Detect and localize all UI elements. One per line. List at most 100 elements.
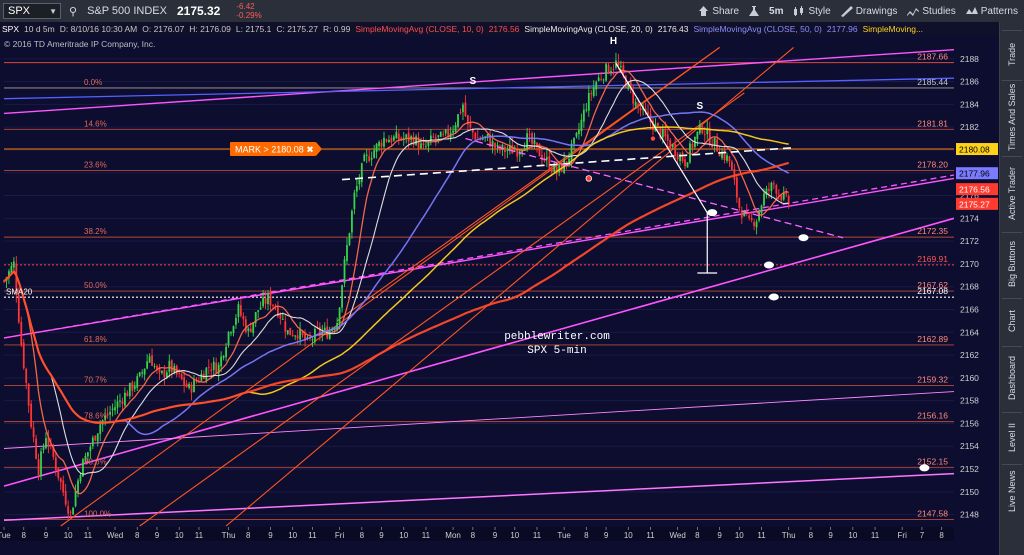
candle-body (434, 137, 437, 139)
candle-body (17, 295, 20, 323)
candle-body (27, 383, 30, 406)
level-price-label: 2187.66 (917, 52, 948, 62)
candle-body (190, 384, 193, 393)
candle-body (770, 182, 773, 192)
candle-body (494, 142, 496, 149)
x-tick-label: 10 (624, 531, 633, 540)
candle-body (183, 377, 186, 386)
candle-body (210, 369, 213, 372)
candle-body (637, 103, 640, 107)
drawings-icon (840, 5, 853, 17)
interval-label: 5m (769, 5, 784, 17)
candle-body (360, 163, 363, 183)
candle-body (235, 317, 237, 325)
candle-body (237, 304, 240, 317)
x-tick-label: Thu (222, 531, 236, 540)
sidebar-tab-live-news[interactable]: Live News (1002, 464, 1022, 517)
axis-badge-text: 2175.27 (959, 199, 990, 209)
price-chart[interactable]: 0.0% 14.6% 23.6% 38.2% 50.0% 61.8% 70.7% 78.6% 8… (0, 22, 1000, 555)
link-icon[interactable]: ⚲ (69, 5, 77, 18)
share-button[interactable]: Share (698, 5, 740, 17)
level-price-label: 2156.16 (917, 411, 948, 421)
sma-cross-dot (650, 136, 656, 141)
candle-body (378, 141, 380, 147)
candle-body (170, 360, 173, 373)
candle-body (383, 137, 385, 147)
candle-body (464, 102, 467, 117)
patterns-label: Patterns (980, 5, 1018, 17)
candle-body (106, 413, 109, 416)
candle-body (501, 144, 504, 151)
target-dot (707, 209, 718, 217)
candle-body (454, 125, 457, 132)
candle-body (212, 361, 215, 370)
x-tick-label: 9 (268, 531, 273, 540)
sidebar-tab-active-trader[interactable]: Active Trader (1002, 156, 1022, 229)
candle-body (227, 331, 230, 345)
x-tick-label: 11 (533, 531, 542, 540)
sidebar-tab-big-buttons[interactable]: Big Buttons (1002, 232, 1022, 295)
sidebar-tab-chart[interactable]: Chart (1002, 298, 1022, 343)
candle-body (259, 307, 262, 310)
candle-body (469, 123, 472, 128)
candle-body (452, 130, 454, 133)
chart-annotation: pebblewriter.com (504, 331, 610, 343)
level-price-label: 2172.35 (917, 226, 948, 236)
candle-body (262, 297, 264, 307)
level-price-label: 2167.08 (917, 286, 948, 296)
toolbar: SPX ▼ ⚲ S&P 500 INDEX 2175.32 -6.42 -0.2… (0, 0, 1024, 23)
studies-button[interactable]: Studies (907, 6, 956, 17)
share-icon (699, 5, 709, 16)
symbol-selector[interactable]: SPX ▼ (3, 3, 61, 19)
x-tick-label: Tue (557, 531, 571, 540)
fib-level-label: 0.0% (84, 78, 102, 87)
candle-body (294, 335, 297, 337)
candle-body (37, 459, 40, 476)
x-tick-label: 9 (493, 531, 498, 540)
x-tick-label: 11 (646, 531, 655, 540)
fib-level-label: 23.6% (84, 160, 107, 169)
sidebar-tab-trade[interactable]: Trade (1002, 30, 1022, 77)
x-tick-label: 10 (848, 531, 857, 540)
candle-body (249, 328, 252, 333)
candle-body (439, 132, 442, 137)
pattern-label: S (697, 101, 704, 112)
patterns-button[interactable]: Patterns (965, 5, 1018, 17)
sidebar-tab-dashboard[interactable]: Dashboard (1002, 346, 1022, 409)
candle-body (20, 322, 23, 345)
sidebar-tab-times-and-sales[interactable]: Times And Sales (1002, 80, 1022, 153)
candle-body (676, 154, 679, 160)
style-button[interactable]: Style (793, 5, 831, 17)
candle-body (681, 152, 684, 161)
candle-body (368, 155, 371, 162)
level-price-label: 2181.81 (917, 118, 948, 128)
candle-body (444, 129, 447, 134)
candle-body (358, 179, 361, 185)
candle-body (570, 143, 573, 161)
candle-body (148, 356, 151, 363)
y-tick-label: 2156 (960, 418, 979, 428)
candle-body (126, 392, 129, 397)
interval-button[interactable]: 5m (769, 6, 783, 17)
candle-body (188, 383, 190, 388)
candle-body (405, 134, 408, 138)
y-tick-label: 2182 (960, 122, 979, 132)
sidebar-tab-level-ii[interactable]: Level II (1002, 412, 1022, 461)
candle-body (457, 114, 459, 127)
level-price-label: 2185.44 (917, 77, 948, 87)
x-tick-label: 10 (64, 531, 73, 540)
candle-body (459, 112, 462, 114)
candle-body (346, 245, 348, 261)
candle-body (284, 321, 287, 332)
price-change: -6.42 -0.29% (236, 2, 261, 20)
candle-body (22, 342, 25, 369)
candle-body (735, 177, 738, 198)
share-label: Share (712, 5, 740, 17)
x-tick-label: 8 (135, 531, 140, 540)
x-tick-label: 9 (155, 531, 160, 540)
flask-button[interactable] (749, 5, 760, 17)
drawings-button[interactable]: Drawings (840, 5, 897, 17)
x-tick-label: Wed (107, 531, 123, 540)
candle-body (363, 154, 366, 162)
candle-body (780, 195, 783, 201)
